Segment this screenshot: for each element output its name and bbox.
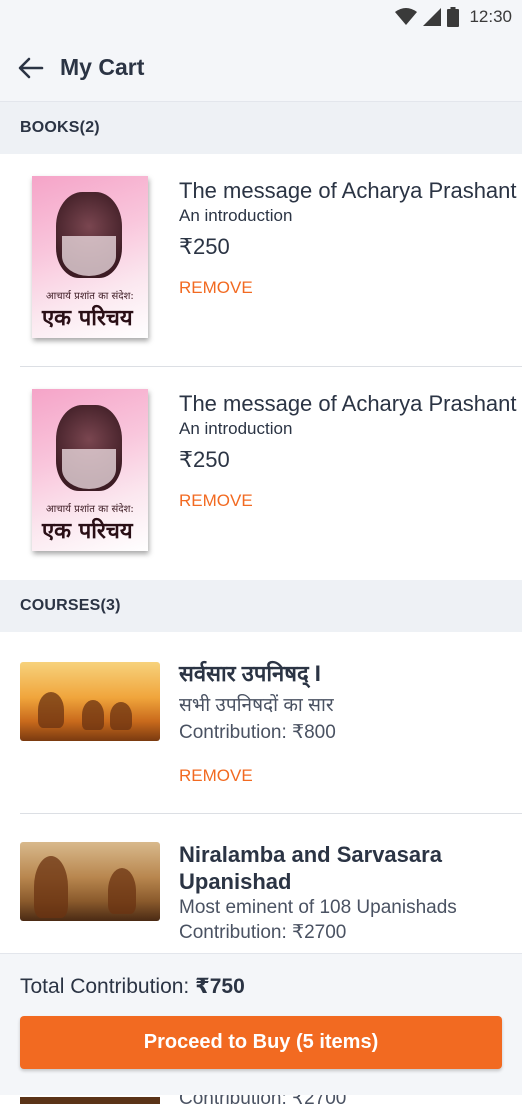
course-subtitle: Most eminent of 108 Upanishads	[179, 897, 457, 918]
book-price: ₹250	[179, 447, 230, 472]
back-button[interactable]	[16, 53, 46, 83]
proceed-to-buy-button[interactable]: Proceed to Buy (5 items)	[20, 1016, 502, 1069]
course-item: Niralamba and Sarvasara Upanishad Most e…	[0, 814, 522, 954]
remove-button[interactable]: REMOVE	[179, 766, 253, 786]
course-title: Niralamba and Sarvasara Upanishad	[179, 842, 442, 894]
wifi-icon	[395, 8, 418, 25]
course-item: सर्वसार उपनिषद् I सभी उपनिषदों का सार Co…	[0, 632, 522, 814]
book-subtitle: An introduction	[179, 419, 293, 438]
book-price: ₹250	[179, 234, 230, 259]
course-contribution: Contribution: ₹2700	[179, 922, 347, 943]
course-thumbnail	[20, 842, 160, 921]
book-cover-image: आचार्य प्रशांत का संदेश: एक परिचय	[32, 389, 148, 551]
status-bar: 12:30	[0, 0, 522, 34]
page-title: My Cart	[60, 54, 145, 80]
cell-signal-icon	[423, 8, 442, 26]
book-cover-caption: आचार्य प्रशांत का संदेश:	[46, 504, 134, 515]
checkout-panel: Total Contribution: ₹750 Proceed to Buy …	[0, 953, 522, 1095]
remove-button[interactable]: REMOVE	[179, 278, 253, 298]
course-contribution: Contribution: ₹800	[179, 722, 336, 743]
status-time: 12:30	[469, 7, 512, 26]
course-subtitle: सभी उपनिषदों का सार	[179, 695, 334, 716]
total-amount: ₹750	[195, 975, 245, 998]
app-bar: My Cart	[0, 34, 522, 102]
courses-section-header: COURSES(3)	[0, 580, 522, 632]
book-title: The message of Acharya Prashant	[179, 391, 517, 416]
remove-button[interactable]: REMOVE	[179, 491, 253, 511]
battery-icon	[447, 7, 460, 27]
course-contribution: Contribution: ₹2700	[179, 1095, 346, 1104]
course-thumbnail	[20, 1097, 160, 1104]
book-cover-image: आचार्य प्रशांत का संदेश: एक परिचय	[32, 176, 148, 338]
book-subtitle: An introduction	[179, 206, 293, 225]
total-contribution: Total Contribution: ₹750	[20, 974, 502, 999]
books-section-header: BOOKS(2)	[0, 102, 522, 154]
arrow-back-icon	[18, 57, 44, 78]
total-label: Total Contribution:	[20, 975, 190, 998]
book-cover-title: एक परिचय	[42, 519, 133, 544]
book-item: आचार्य प्रशांत का संदेश: एक परिचय The me…	[0, 154, 522, 367]
course-thumbnail	[20, 662, 160, 741]
book-item: आचार्य प्रशांत का संदेश: एक परिचय The me…	[0, 367, 522, 580]
scrolled-content-peek: Contribution: ₹2700	[0, 1095, 522, 1104]
course-title: सर्वसार उपनिषद् I	[179, 661, 321, 686]
book-cover-caption: आचार्य प्रशांत का संदेश:	[46, 291, 134, 302]
book-cover-title: एक परिचय	[42, 306, 133, 331]
book-title: The message of Acharya Prashant	[179, 178, 517, 203]
